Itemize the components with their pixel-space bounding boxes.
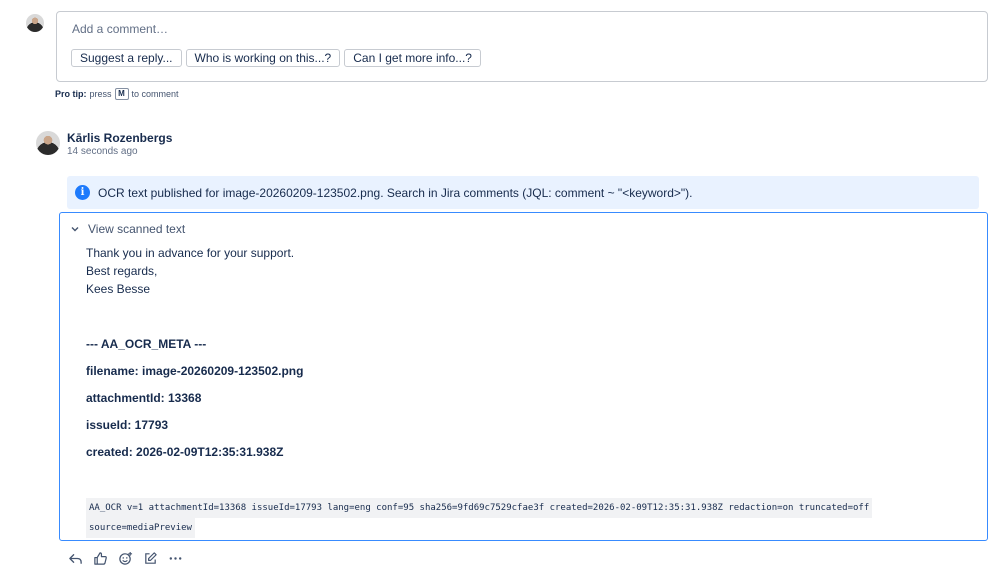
pro-tip-label: Pro tip: bbox=[55, 89, 87, 99]
suggest-reply-button[interactable]: Suggest a reply... bbox=[71, 49, 182, 67]
body-line: Thank you in advance for your support. bbox=[86, 246, 295, 260]
pro-tip: Pro tip: press M to comment bbox=[55, 88, 179, 100]
current-user-avatar bbox=[26, 14, 44, 32]
comment-timestamp[interactable]: 14 seconds ago bbox=[67, 146, 138, 157]
pro-tip-post: to comment bbox=[131, 89, 179, 99]
author-avatar[interactable] bbox=[36, 131, 60, 155]
comment-actions bbox=[67, 550, 184, 567]
body-line: Best regards, bbox=[86, 264, 158, 278]
meta-created: created: 2026-02-09T12:35:31.938Z bbox=[86, 445, 284, 459]
comment-placeholder[interactable]: Add a comment… bbox=[72, 22, 168, 36]
info-text: OCR text published for image-20260209-12… bbox=[98, 186, 693, 200]
meta-header: --- AA_OCR_META --- bbox=[86, 337, 207, 351]
like-icon[interactable] bbox=[92, 550, 109, 567]
reply-icon[interactable] bbox=[67, 550, 84, 567]
shortcut-key: M bbox=[114, 88, 129, 100]
expand-toggle[interactable]: View scanned text bbox=[70, 222, 185, 236]
chevron-down-icon bbox=[71, 227, 79, 232]
edit-icon[interactable] bbox=[142, 550, 159, 567]
who-working-button[interactable]: Who is working on this...? bbox=[185, 49, 341, 67]
suggestion-chips: Suggest a reply... Who is working on thi… bbox=[71, 49, 481, 67]
meta-filename: filename: image-20260209-123502.png bbox=[86, 364, 304, 378]
author-name[interactable]: Kārlis Rozenbergs bbox=[67, 131, 172, 145]
scanned-text-expand: View scanned text Thank you in advance f… bbox=[59, 212, 988, 541]
code-line: AA_OCR v=1 attachmentId=13368 issueId=17… bbox=[86, 498, 873, 518]
emoji-icon[interactable] bbox=[117, 550, 134, 567]
ocr-code-block: AA_OCR v=1 attachmentId=13368 issueId=17… bbox=[86, 498, 873, 538]
more-info-button[interactable]: Can I get more info...? bbox=[344, 49, 481, 67]
meta-issue-id: issueId: 17793 bbox=[86, 418, 169, 432]
more-icon[interactable] bbox=[167, 550, 184, 567]
comment-composer[interactable]: Add a comment… Suggest a reply... Who is… bbox=[56, 11, 988, 82]
code-line: source=mediaPreview bbox=[86, 518, 195, 538]
pro-tip-pre: press bbox=[89, 89, 112, 99]
meta-attachment-id: attachmentId: 13368 bbox=[86, 391, 202, 405]
body-line: Kees Besse bbox=[86, 282, 151, 296]
info-panel: i OCR text published for image-20260209-… bbox=[67, 176, 979, 209]
expand-label: View scanned text bbox=[88, 222, 186, 236]
info-icon: i bbox=[75, 185, 90, 200]
